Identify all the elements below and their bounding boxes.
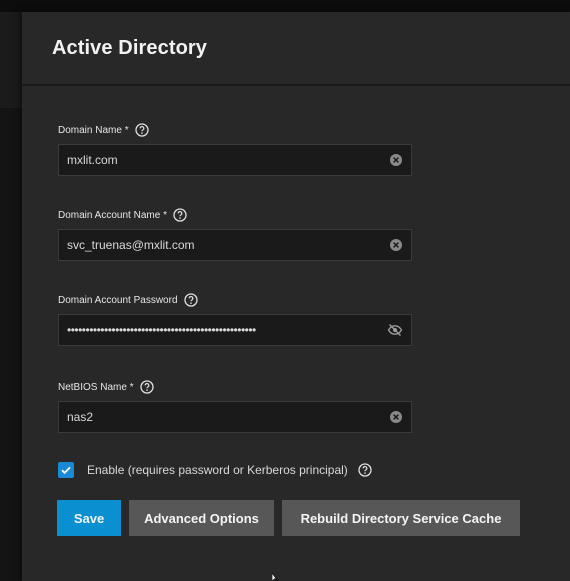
required-mark: * <box>124 124 129 136</box>
domain-account-name-input[interactable] <box>67 238 383 252</box>
required-mark: * <box>163 209 167 221</box>
domain-name-label: Domain Name <box>58 124 122 136</box>
save-button[interactable]: Save <box>57 500 121 536</box>
panel-title: Active Directory <box>52 36 207 59</box>
enable-checkbox[interactable] <box>58 462 74 478</box>
domain-account-password-label-row: Domain Account Password <box>58 292 412 308</box>
help-icon[interactable] <box>183 293 198 307</box>
domain-name-input[interactable] <box>67 153 383 167</box>
netbios-name-label: NetBIOS Name <box>58 381 127 393</box>
enable-row: Enable (requires password or Kerberos pr… <box>58 462 372 478</box>
domain-account-password-input[interactable] <box>67 323 381 337</box>
mouse-cursor-icon <box>272 573 279 581</box>
panel-header: Active Directory <box>22 12 570 86</box>
rebuild-cache-button[interactable]: Rebuild Directory Service Cache <box>282 500 520 536</box>
clear-icon[interactable] <box>389 410 403 424</box>
clear-icon[interactable] <box>389 153 403 167</box>
domain-account-name-input-box <box>58 229 412 261</box>
required-mark: * <box>129 381 134 393</box>
domain-account-name-label: Domain Account Name <box>58 209 161 221</box>
help-icon[interactable] <box>173 208 187 222</box>
help-icon[interactable] <box>139 380 154 394</box>
check-icon <box>61 466 71 475</box>
domain-name-label-row: Domain Name * <box>58 122 412 138</box>
active-directory-panel: Active Directory Domain Name * Domain Ac… <box>22 12 570 581</box>
help-icon[interactable] <box>358 463 372 477</box>
netbios-name-field: NetBIOS Name * <box>58 379 412 433</box>
domain-account-password-label: Domain Account Password <box>58 294 178 306</box>
app-topbar <box>0 0 570 12</box>
netbios-name-input-box <box>58 401 412 433</box>
netbios-name-input[interactable] <box>67 410 383 424</box>
domain-account-name-label-row: Domain Account Name * <box>58 207 412 223</box>
help-icon[interactable] <box>134 123 149 137</box>
clear-icon[interactable] <box>389 238 403 252</box>
domain-name-input-box <box>58 144 412 176</box>
eye-off-icon[interactable] <box>387 323 403 337</box>
app-content-edge <box>0 12 22 108</box>
enable-label[interactable]: Enable (requires password or Kerberos pr… <box>87 463 348 477</box>
advanced-options-button[interactable]: Advanced Options <box>129 500 274 536</box>
domain-account-name-field: Domain Account Name * <box>58 207 412 261</box>
netbios-name-label-row: NetBIOS Name * <box>58 379 412 395</box>
domain-name-field: Domain Name * <box>58 122 412 176</box>
domain-account-password-field: Domain Account Password <box>58 292 412 346</box>
domain-account-password-input-box <box>58 314 412 346</box>
